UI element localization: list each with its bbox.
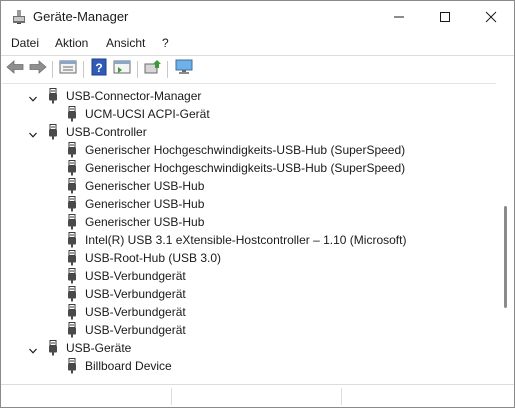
tree-device[interactable]: Generischer USB-Hub [2, 177, 496, 195]
tree-category[interactable]: USB-Connector-Manager [2, 87, 496, 105]
forward-button[interactable] [28, 59, 48, 79]
tree-device[interactable]: USB-Verbundgerät [2, 303, 496, 321]
properties-sheet-icon [59, 59, 77, 80]
toolbar-separator [83, 61, 84, 78]
status-divider [341, 388, 342, 405]
tree-device[interactable]: Generischer USB-Hub [2, 213, 496, 231]
usb-icon [67, 160, 77, 176]
tree-item-label: Generischer USB-Hub [85, 197, 205, 211]
toolbar-separator [52, 61, 53, 78]
minimize-button[interactable] [376, 1, 422, 32]
tree-item-label: Generischer Hochgeschwindigkeits-USB-Hub… [85, 161, 406, 175]
monitor-icon [175, 59, 193, 80]
usb-icon [48, 340, 58, 356]
view-pane-icon [113, 59, 131, 80]
menu-help[interactable]: ? [162, 36, 169, 50]
maximize-icon [439, 11, 451, 23]
scrollbar-thumb[interactable] [504, 206, 507, 308]
monitor-button[interactable] [174, 59, 194, 79]
tree-category[interactable]: USB-Controller [2, 123, 496, 141]
scan-hardware-button[interactable] [143, 59, 163, 79]
tree-device[interactable]: Generischer USB-Hub [2, 195, 496, 213]
toolbar: ? [1, 55, 514, 83]
usb-icon [67, 304, 77, 320]
tree-category[interactable]: USB-Geräte [2, 339, 496, 357]
chevron-down-icon[interactable] [28, 343, 38, 354]
properties-button[interactable] [58, 59, 78, 79]
tree-item-label: USB-Verbundgerät [85, 287, 186, 301]
device-manager-window: Geräte-Manager Datei Aktion Ansicht ? ? … [0, 0, 515, 408]
tree-device[interactable]: UCM-UCSI ACPI-Gerät [2, 105, 496, 123]
tree-device[interactable]: Intel(R) USB 3.1 eXtensible-Hostcontroll… [2, 231, 496, 249]
status-divider [171, 388, 172, 405]
usb-icon [67, 178, 77, 194]
tree-device[interactable]: Billboard Device [2, 357, 496, 375]
tree-device[interactable]: Generischer Hochgeschwindigkeits-USB-Hub… [2, 141, 496, 159]
title-bar[interactable]: Geräte-Manager [1, 1, 514, 32]
svg-text:?: ? [95, 61, 102, 75]
status-bar [1, 384, 514, 407]
close-icon [485, 11, 497, 23]
device-manager-icon [11, 9, 27, 25]
tree-device[interactable]: USB-Root-Hub (USB 3.0) [2, 249, 496, 267]
tree-item-label: Generischer USB-Hub [85, 179, 205, 193]
toolbar-separator [167, 61, 168, 78]
usb-icon [67, 358, 77, 374]
tree-item-label: UCM-UCSI ACPI-Gerät [85, 107, 210, 121]
usb-icon [67, 232, 77, 248]
maximize-button[interactable] [422, 1, 468, 32]
view-pane-button[interactable] [112, 59, 132, 79]
tree-item-label: Billboard Device [85, 359, 172, 373]
tree-item-label: USB-Verbundgerät [85, 269, 186, 283]
tree-item-label: USB-Geräte [66, 341, 132, 355]
menu-aktion[interactable]: Aktion [55, 36, 88, 50]
chevron-down-icon[interactable] [28, 127, 38, 138]
device-tree[interactable]: USB-Connector-Manager UCM-UCSI ACPI-Gerät… [2, 83, 496, 385]
tree-item-label: USB-Controller [66, 125, 147, 139]
menu-bar: Datei Aktion Ansicht ? [1, 32, 514, 54]
tree-item-label: Intel(R) USB 3.1 eXtensible-Hostcontroll… [85, 233, 407, 247]
vertical-scrollbar[interactable] [497, 83, 513, 384]
chevron-down-icon[interactable] [28, 91, 38, 102]
scan-hardware-icon [144, 59, 162, 80]
usb-icon [48, 88, 58, 104]
usb-icon [67, 268, 77, 284]
usb-icon [67, 106, 77, 122]
tree-item-label: USB-Verbundgerät [85, 323, 186, 337]
tree-device[interactable]: USB-Verbundgerät [2, 285, 496, 303]
tree-device[interactable]: USB-Verbundgerät [2, 267, 496, 285]
tree-item-label: Generischer USB-Hub [85, 215, 205, 229]
help-button[interactable]: ? [89, 58, 109, 81]
tree-item-label: USB-Root-Hub (USB 3.0) [85, 251, 222, 265]
back-arrow-icon [6, 59, 24, 80]
menu-ansicht[interactable]: Ansicht [106, 36, 145, 50]
tree-item-label: Generischer Hochgeschwindigkeits-USB-Hub… [85, 143, 406, 157]
close-button[interactable] [468, 1, 514, 32]
usb-icon [67, 196, 77, 212]
minimize-icon [393, 11, 405, 23]
usb-icon [67, 142, 77, 158]
usb-icon [48, 124, 58, 140]
usb-icon [67, 250, 77, 266]
usb-icon [67, 322, 77, 338]
usb-icon [67, 214, 77, 230]
help-icon: ? [91, 58, 107, 81]
usb-icon [67, 286, 77, 302]
tree-item-label: USB-Verbundgerät [85, 305, 186, 319]
back-button[interactable] [5, 59, 25, 79]
window-title: Geräte-Manager [33, 9, 129, 24]
toolbar-separator [137, 61, 138, 78]
tree-device[interactable]: USB-Verbundgerät [2, 321, 496, 339]
menu-datei[interactable]: Datei [11, 36, 39, 50]
tree-device[interactable]: Generischer Hochgeschwindigkeits-USB-Hub… [2, 159, 496, 177]
forward-arrow-icon [29, 59, 47, 80]
tree-item-label: USB-Connector-Manager [66, 89, 202, 103]
